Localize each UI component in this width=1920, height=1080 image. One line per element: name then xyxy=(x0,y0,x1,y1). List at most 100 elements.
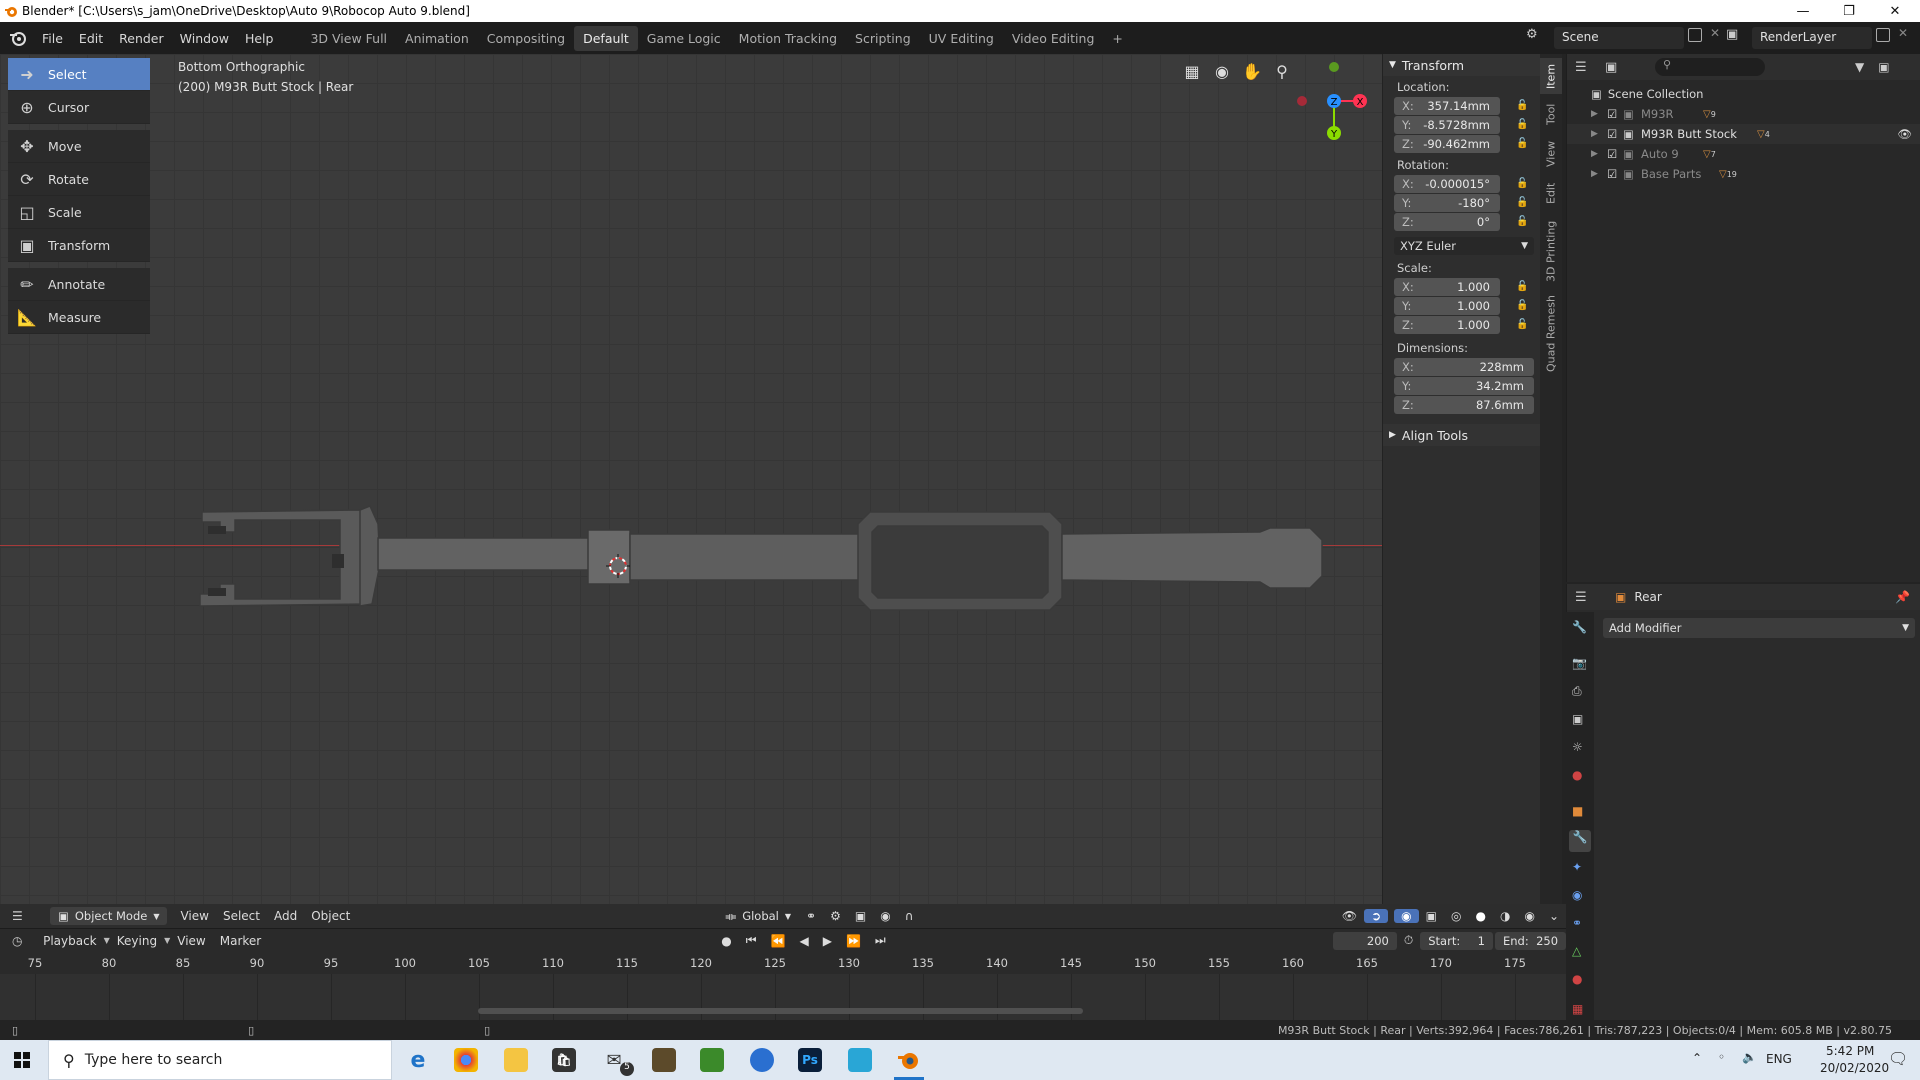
end-frame-field[interactable]: End: 250 xyxy=(1494,931,1567,950)
editor-type-icon[interactable]: ☰ xyxy=(1575,60,1605,75)
taskbar-search[interactable]: ⚲ Type here to search xyxy=(48,1040,392,1080)
tab-tool[interactable]: Tool xyxy=(1540,96,1562,132)
rendered-shading-icon[interactable]: ◉ xyxy=(1517,909,1541,923)
eye-visibility-icon[interactable]: 👁 xyxy=(1897,127,1912,141)
tab-default[interactable]: Default xyxy=(574,25,638,51)
render-layer-selector[interactable]: RenderLayer xyxy=(1752,27,1872,49)
menu-view[interactable]: View xyxy=(173,909,215,923)
menu-object[interactable]: Object xyxy=(304,909,357,923)
minimize-icon[interactable]: — xyxy=(1780,0,1826,22)
lock-icon[interactable]: 🔓 xyxy=(1516,197,1528,209)
scale-z-field[interactable]: Z: 1.000 xyxy=(1394,316,1500,334)
chrome-icon[interactable] xyxy=(454,1048,478,1072)
world-icon[interactable]: ● xyxy=(1572,768,1582,782)
tab-compositing[interactable]: Compositing xyxy=(478,26,574,51)
menu-add[interactable]: Add xyxy=(267,909,304,923)
jump-start-icon[interactable]: ⏮ xyxy=(739,933,764,948)
falloff-curve-icon[interactable]: ∩ xyxy=(898,909,921,923)
tab-video-editing[interactable]: Video Editing xyxy=(1003,26,1104,51)
dimension-x-field[interactable]: X: 228mm xyxy=(1394,358,1534,376)
scene-collection-row[interactable]: ▣ Scene Collection xyxy=(1567,84,1920,104)
dimension-z-field[interactable]: Z: 87.6mm xyxy=(1394,396,1534,414)
lock-icon[interactable]: 🔓 xyxy=(1516,300,1528,312)
mode-dropdown[interactable]: ▣ Object Mode ▼ xyxy=(50,907,168,925)
tool-scale[interactable]: ◱ Scale xyxy=(8,196,150,229)
stopwatch-icon[interactable]: ⏱ xyxy=(1397,933,1420,948)
record-icon[interactable]: ● xyxy=(714,934,738,948)
play-icon[interactable]: ▶ xyxy=(816,934,839,948)
new-scene-icon[interactable] xyxy=(1688,28,1702,42)
view-layer-icon[interactable]: ▣ xyxy=(1726,27,1742,45)
collection-row[interactable]: ▶ ☑ ▣ M93R Butt Stock ▽ 4 👁 xyxy=(1567,124,1920,144)
next-keyframe-icon[interactable]: ⏩ xyxy=(839,934,868,948)
prev-keyframe-icon[interactable]: ⏪ xyxy=(764,934,793,948)
clock-date[interactable]: 20/02/2020 xyxy=(1820,1061,1889,1075)
scene-icon[interactable]: ☼ xyxy=(1572,740,1583,754)
blender-menu-icon[interactable] xyxy=(8,28,28,48)
transform-panel-header[interactable]: ▼ Transform xyxy=(1383,54,1540,76)
scale-x-field[interactable]: X: 1.000 xyxy=(1394,278,1500,296)
tab-quad-remesh[interactable]: Quad Remesh xyxy=(1540,292,1562,376)
overlays-icon[interactable]: ◉ xyxy=(1394,909,1419,923)
tool-annotate[interactable]: ✏ Annotate xyxy=(8,268,150,301)
jump-end-icon[interactable]: ⏭ xyxy=(868,933,893,948)
app-icon[interactable] xyxy=(848,1048,872,1072)
display-mode-icon[interactable]: ▣ xyxy=(1605,60,1635,75)
location-x-field[interactable]: X: 357.14mm xyxy=(1394,97,1500,115)
material-shading-icon[interactable]: ◑ xyxy=(1493,909,1517,923)
app-icon[interactable] xyxy=(700,1048,724,1072)
app-icon[interactable] xyxy=(750,1048,774,1072)
gizmo-toggle-icon[interactable]: ➲ xyxy=(1364,909,1389,923)
volume-icon[interactable]: 🔈 xyxy=(1742,1050,1757,1064)
tool-transform[interactable]: ▣ Transform xyxy=(8,229,150,262)
pan-hand-icon[interactable]: ✋ xyxy=(1242,62,1262,82)
pin-icon[interactable]: 📌 xyxy=(1895,590,1910,604)
particles-icon[interactable]: ✦ xyxy=(1572,860,1582,874)
store-icon[interactable]: 🛍 xyxy=(552,1048,576,1072)
pivot-point-icon[interactable]: ⚭ xyxy=(799,909,823,923)
3d-viewport[interactable]: Bottom Orthographic (200) M93R Butt Stoc… xyxy=(0,54,1382,904)
menu-keying[interactable]: Keying xyxy=(110,934,164,948)
tab-animation[interactable]: Animation xyxy=(396,26,478,51)
tab-motion-tracking[interactable]: Motion Tracking xyxy=(730,26,846,51)
new-view-layer-icon[interactable] xyxy=(1876,28,1890,42)
checkbox-icon[interactable]: ☑ xyxy=(1607,127,1623,141)
editor-type-icon[interactable]: ☰ xyxy=(12,909,42,923)
location-z-field[interactable]: Z: -90.462mm xyxy=(1394,135,1500,153)
lock-icon[interactable]: 🔓 xyxy=(1516,178,1528,190)
language-indicator[interactable]: ENG xyxy=(1766,1052,1792,1066)
restore-icon[interactable]: ❐ xyxy=(1826,0,1872,22)
snap-icon[interactable]: ⚙ xyxy=(823,909,848,923)
zoom-icon[interactable]: ⚲ xyxy=(1272,62,1292,82)
object-icon[interactable]: ■ xyxy=(1572,804,1583,818)
lock-icon[interactable]: 🔓 xyxy=(1516,100,1528,112)
rotation-z-field[interactable]: Z: 0° xyxy=(1394,213,1500,231)
menu-edit[interactable]: Edit xyxy=(71,31,111,46)
location-y-field[interactable]: Y: -8.5728mm xyxy=(1394,116,1500,134)
lock-icon[interactable]: 🔓 xyxy=(1516,138,1528,150)
start-frame-field[interactable]: Start: 1 xyxy=(1420,931,1493,950)
menu-render[interactable]: Render xyxy=(111,31,172,46)
3d-cursor-icon[interactable] xyxy=(606,554,630,578)
checkbox-icon[interactable]: ☑ xyxy=(1607,107,1623,121)
view-layer-icon[interactable]: ▣ xyxy=(1572,712,1583,726)
collection-row[interactable]: ▶ ☑ ▣ Base Parts ▽ 19 xyxy=(1567,164,1920,184)
scene-type-icon[interactable]: ⚙ xyxy=(1526,27,1542,47)
lock-icon[interactable]: 🔓 xyxy=(1516,319,1528,331)
filter-icon[interactable]: ▼ xyxy=(1855,60,1864,74)
clock-time[interactable]: 5:42 PM xyxy=(1826,1044,1874,1058)
expand-arrow-icon[interactable]: ▶ xyxy=(1591,109,1607,119)
remove-view-layer-icon[interactable]: ✕ xyxy=(1898,26,1908,40)
checkbox-icon[interactable]: ☑ xyxy=(1607,167,1623,181)
expand-arrow-icon[interactable]: ▶ xyxy=(1591,149,1607,159)
tool-move[interactable]: ✥ Move xyxy=(8,130,150,163)
rotation-x-field[interactable]: X: -0.000015° xyxy=(1394,175,1500,193)
xray-icon[interactable]: ▣ xyxy=(1419,909,1444,923)
chevron-down-icon[interactable]: ⌄ xyxy=(1542,909,1566,923)
network-icon[interactable]: ◦ xyxy=(1718,1050,1725,1064)
current-frame-field[interactable]: 200 xyxy=(1332,931,1397,950)
lock-icon[interactable]: 🔓 xyxy=(1516,216,1528,228)
menu-playback[interactable]: Playback xyxy=(36,934,104,948)
add-workspace-button[interactable]: + xyxy=(1103,26,1131,51)
rotation-y-field[interactable]: Y: -180° xyxy=(1394,194,1500,212)
